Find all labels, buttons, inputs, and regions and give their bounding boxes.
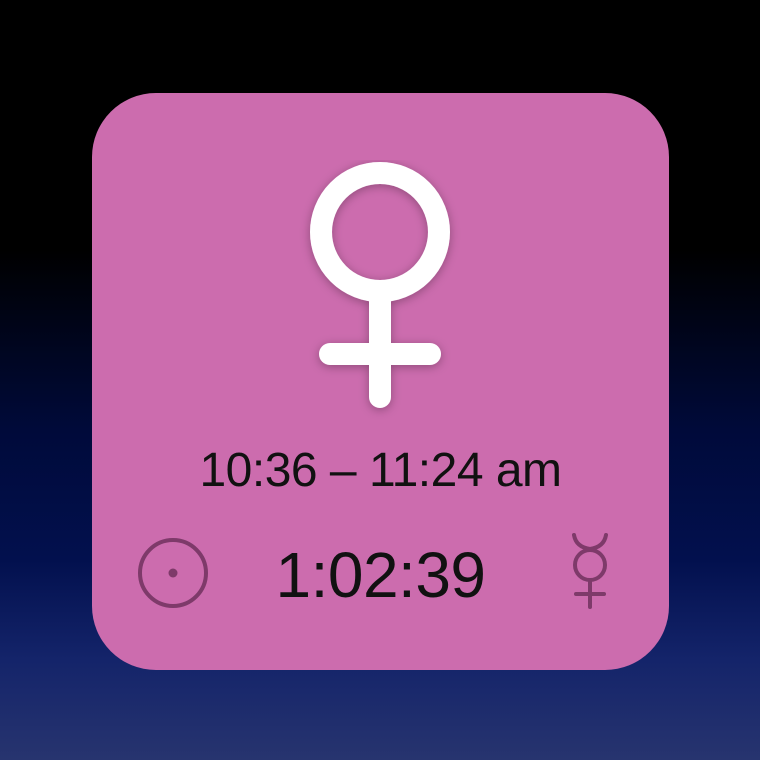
venus-icon bbox=[310, 162, 450, 408]
planetary-hour-time-range: 10:36 – 11:24 am bbox=[199, 444, 562, 497]
mercury-icon[interactable] bbox=[562, 530, 618, 612]
